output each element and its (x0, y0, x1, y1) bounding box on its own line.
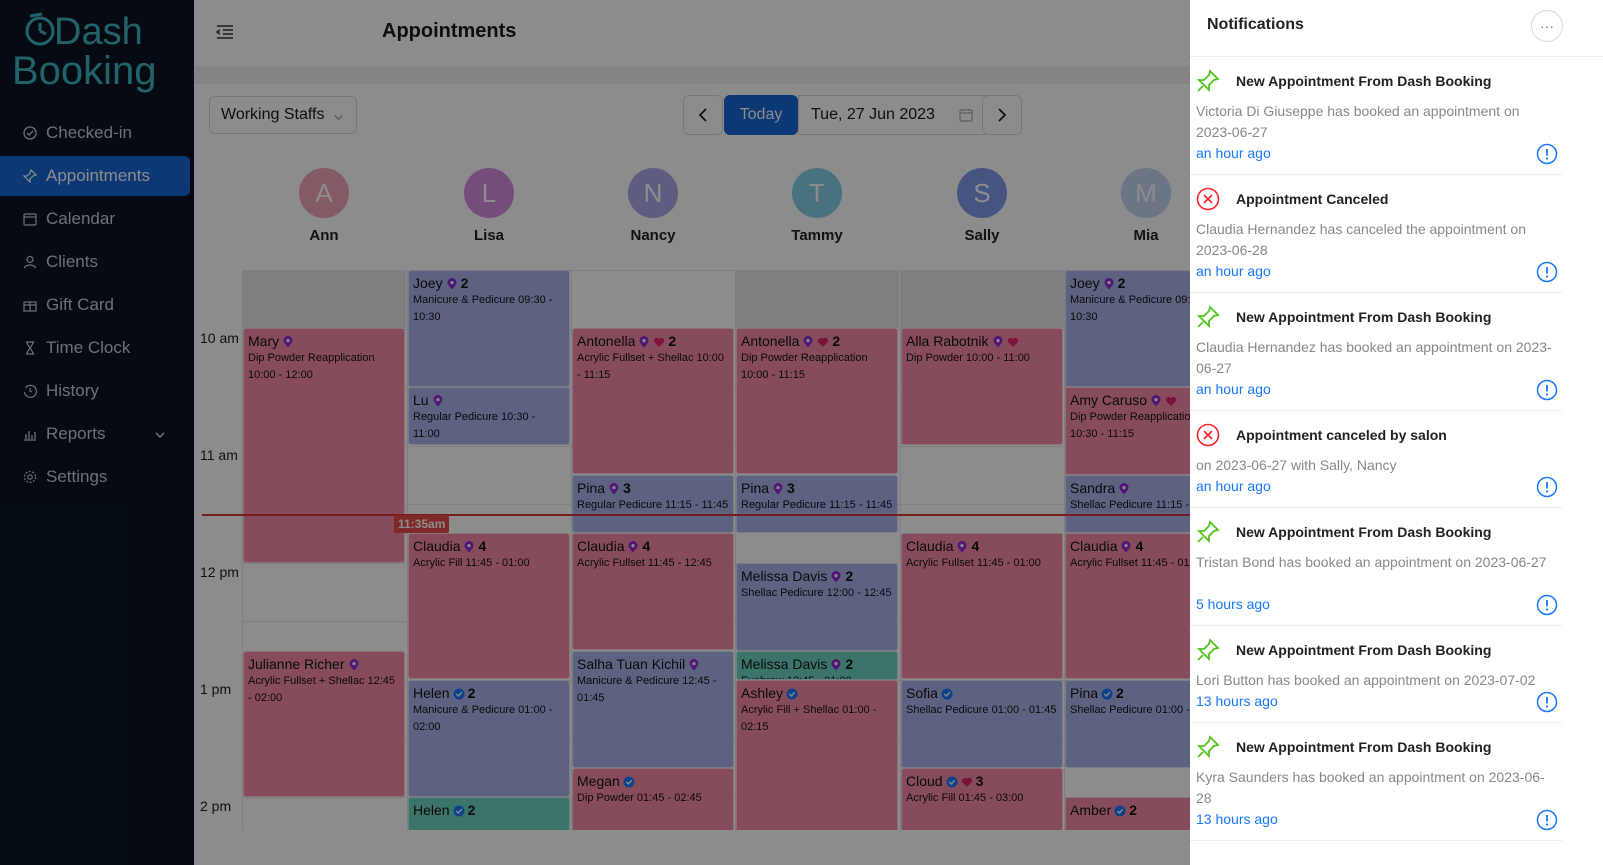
info-icon[interactable] (1536, 143, 1558, 170)
info-icon[interactable] (1536, 261, 1558, 288)
close-circle-icon (1196, 187, 1220, 216)
notification-item[interactable]: New Appointment From Dash Booking Victori… (1190, 57, 1562, 175)
notification-item[interactable]: New Appointment From Dash Booking Kyra Sa… (1190, 723, 1562, 841)
notification-description: Kyra Saunders has booked an appointment … (1196, 769, 1545, 806)
notifications-panel: Notifications ··· New Appointment From D… (1190, 0, 1603, 865)
notification-title: New Appointment From Dash Booking (1236, 524, 1492, 540)
info-icon[interactable] (1536, 594, 1558, 621)
notification-title: New Appointment From Dash Booking (1236, 642, 1492, 658)
notification-time: an hour ago (1196, 478, 1271, 494)
notification-description: Claudia Hernandez has booked an appointm… (1196, 339, 1552, 376)
notifications-title: Notifications (1207, 16, 1304, 33)
notification-description: Tristan Bond has booked an appointment o… (1196, 554, 1547, 570)
pushpin-icon (1196, 735, 1220, 764)
pushpin-icon (1196, 305, 1220, 334)
notification-time: an hour ago (1196, 263, 1271, 279)
notification-title: New Appointment From Dash Booking (1236, 309, 1492, 325)
notification-time: 5 hours ago (1196, 596, 1270, 612)
notification-time: 13 hours ago (1196, 693, 1278, 709)
notification-title: Appointment canceled by salon (1236, 427, 1447, 443)
pushpin-icon (1196, 638, 1220, 667)
info-icon[interactable] (1536, 379, 1558, 406)
ellipsis-icon: ··· (1540, 18, 1554, 34)
notification-time: an hour ago (1196, 145, 1271, 161)
pushpin-icon (1196, 69, 1220, 98)
notification-title: Appointment Canceled (1236, 191, 1389, 207)
notifications-header: Notifications ··· (1190, 0, 1603, 57)
info-icon[interactable] (1536, 809, 1558, 836)
notification-title: New Appointment From Dash Booking (1236, 73, 1492, 89)
notification-time: an hour ago (1196, 381, 1271, 397)
modal-overlay[interactable] (0, 0, 1190, 865)
close-circle-icon (1196, 423, 1220, 452)
notification-description: on 2023-06-27 with Sally, Nancy (1196, 457, 1397, 473)
notification-item[interactable]: New Appointment From Dash Booking Claudia… (1190, 293, 1562, 411)
notification-title: New Appointment From Dash Booking (1236, 739, 1492, 755)
notification-item[interactable]: New Appointment From Dash Booking Lori Bu… (1190, 626, 1562, 723)
more-options-button[interactable]: ··· (1531, 10, 1563, 42)
info-icon[interactable] (1536, 691, 1558, 718)
notification-item[interactable]: Appointment Canceled Claudia Hernandez ha… (1190, 175, 1562, 293)
notification-description: Lori Button has booked an appointment on… (1196, 672, 1536, 688)
notification-time: 13 hours ago (1196, 811, 1278, 827)
notification-description: Victoria Di Giuseppe has booked an appoi… (1196, 103, 1520, 140)
pushpin-icon (1196, 520, 1220, 549)
notification-item[interactable]: Appointment canceled by salon on 2023-06-… (1190, 411, 1562, 508)
info-icon[interactable] (1536, 476, 1558, 503)
notification-item[interactable]: New Appointment From Dash Booking Tristan… (1190, 508, 1562, 626)
notification-description: Claudia Hernandez has canceled the appoi… (1196, 221, 1527, 258)
